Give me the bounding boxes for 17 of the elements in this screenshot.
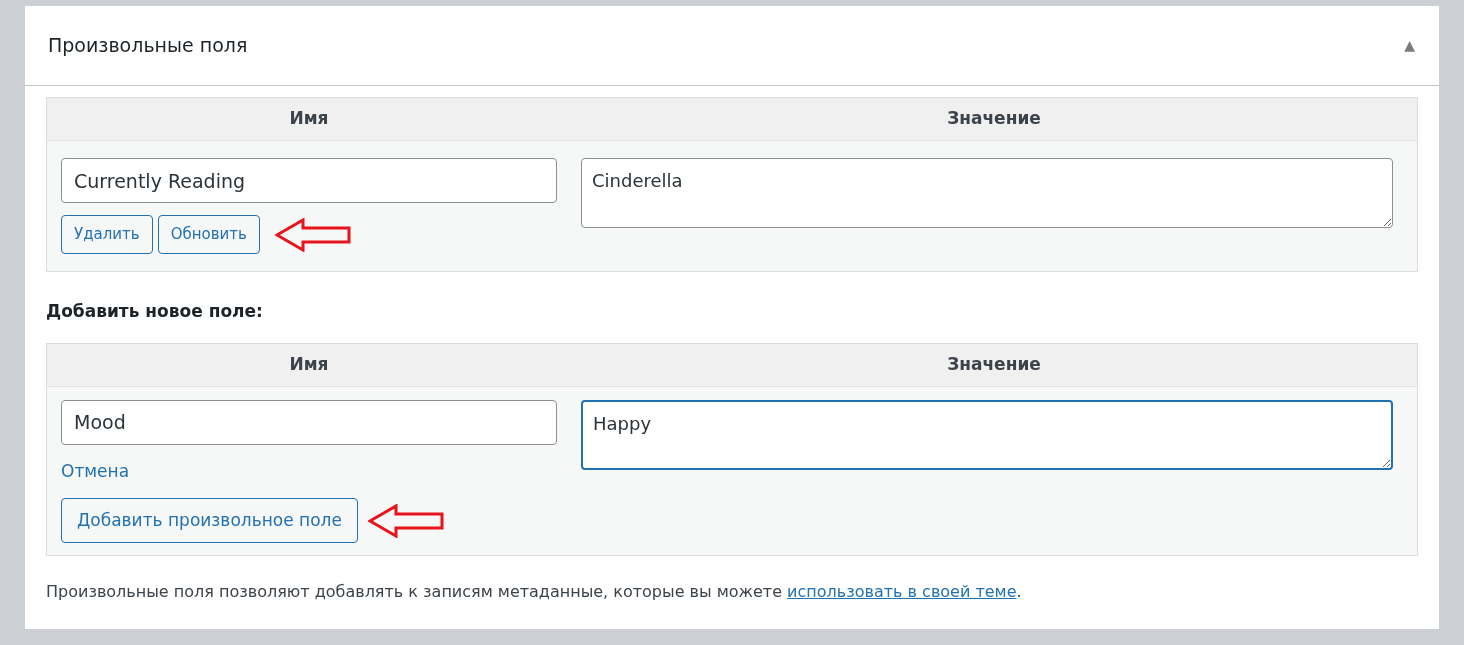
column-header: Значение bbox=[946, 352, 1042, 376]
column-header: Значение bbox=[946, 107, 1042, 131]
add-custom-field-button[interactable]: Добавить произвольное поле bbox=[61, 498, 358, 543]
column-header: Имя bbox=[288, 352, 330, 376]
value-field[interactable]: Happy bbox=[581, 399, 1393, 470]
theme-usage-link[interactable]: использовать в своей теме bbox=[787, 582, 1017, 601]
panel-title: Произвольные поля bbox=[48, 33, 248, 59]
column-header: Имя bbox=[288, 107, 330, 131]
section-heading: Добавить новое поле: bbox=[46, 300, 264, 323]
value-field[interactable]: Cinderella bbox=[581, 158, 1393, 228]
collapse-toggle[interactable]: ▲ bbox=[1404, 35, 1415, 56]
help-text: Произвольные поля позволяют добавлять к записям метаданные, которые вы можете использовать в своей теме. bbox=[46, 581, 1023, 603]
update-button[interactable]: Обновить bbox=[157, 215, 260, 254]
cancel-link[interactable]: Отмена bbox=[61, 458, 130, 484]
name-field[interactable]: Currently Reading bbox=[61, 158, 557, 203]
delete-button[interactable]: Удалить bbox=[61, 215, 153, 254]
name-field[interactable]: Mood bbox=[61, 399, 557, 445]
